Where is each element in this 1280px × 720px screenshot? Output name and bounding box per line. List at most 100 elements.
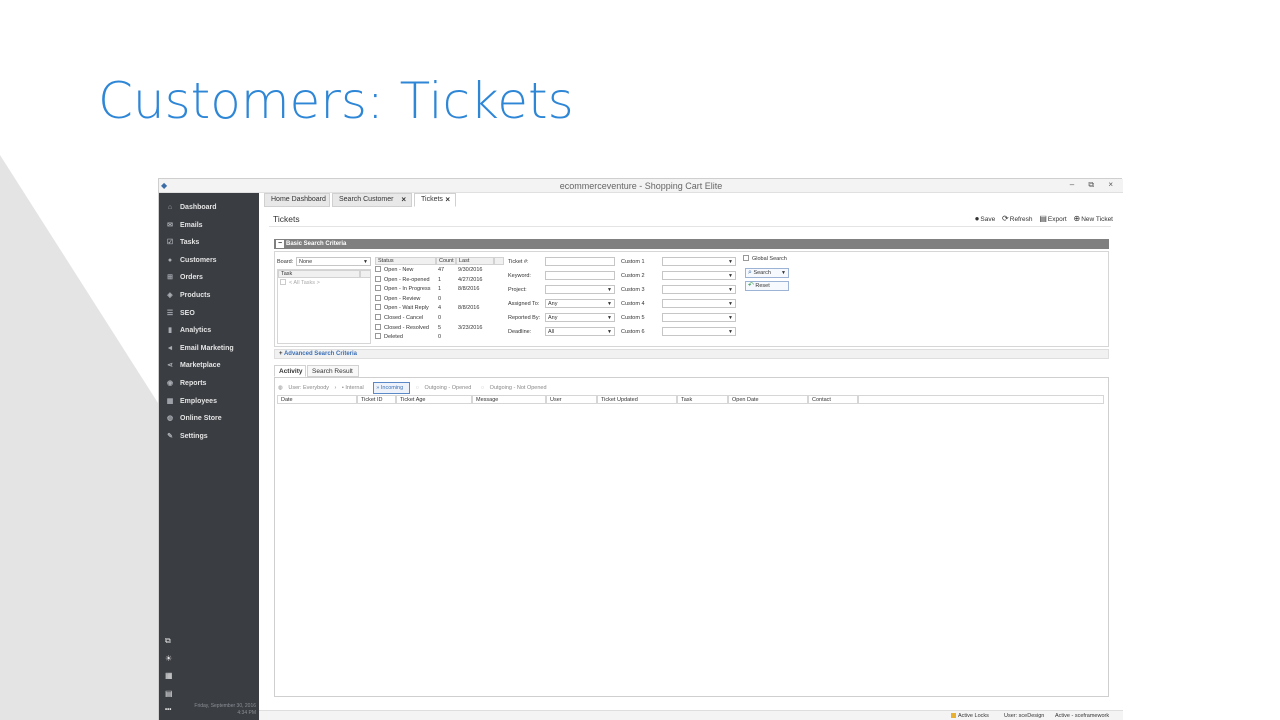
project-select[interactable]: ▼ [545,285,615,294]
collapse-icon[interactable]: − [276,240,284,248]
sidebar-item-dashboard[interactable]: ⌂ Dashboard [159,200,259,216]
plus-circle-icon: ⊕ [1073,214,1081,223]
checkbox[interactable] [375,266,381,272]
sidebar-item-emails[interactable]: ✉ Emails [159,218,259,234]
sidebar-item-online-store[interactable]: ◍ Online Store [159,411,259,427]
checkbox[interactable] [375,304,381,311]
sidebar-item-tasks[interactable]: ☑ Tasks [159,235,259,251]
custom-select-4[interactable]: ▼ [662,299,736,308]
column-header-ticket-age[interactable]: Ticket Age [396,395,472,404]
global-search-label: Global Search [752,256,787,262]
sidebar-item-email-marketing[interactable]: ◄ Email Marketing [159,341,259,357]
status-count: 0 [438,315,442,321]
sidebar-item-employees[interactable]: ▦ Employees [159,394,259,410]
filter-incoming[interactable]: » Incoming [373,382,411,394]
keyword-label: Keyword: [508,273,531,279]
reset-button[interactable]: ↶ Reset [745,281,789,291]
sidebar-item-label: Tasks [180,239,200,247]
checkbox[interactable] [375,294,381,301]
save-button[interactable]: ●Save [975,214,996,223]
column-header-contact[interactable]: Contact [808,395,858,404]
checkbox[interactable] [375,285,381,292]
sidebar-item-label: Emails [180,221,203,229]
column-header-message[interactable]: Message [472,395,546,404]
sidebar-item-customers[interactable]: ● Customers [159,253,259,269]
column-header-ticket-updated[interactable]: Ticket Updated [597,395,677,404]
app-window: ◆ ecommerceventure - Shopping Cart Elite… [158,178,1123,720]
global-search-option[interactable]: Global Search [743,255,787,264]
sidebar-item-analytics[interactable]: ▮ Analytics [159,323,259,339]
custom-label: Custom 4 [621,301,645,307]
chevron-down-icon: ▼ [728,301,733,307]
search-button[interactable]: ⌕ Search ▼ [745,268,789,278]
assigned-value: Any [548,301,558,307]
bulb-icon[interactable]: ☀ [165,654,174,663]
checkbox[interactable] [375,323,381,330]
checkbox[interactable] [375,314,381,320]
checkbox[interactable] [280,279,286,285]
advanced-search-header[interactable]: + Advanced Search Criteria [274,349,1109,359]
status-name: Open - New [384,267,414,273]
custom-select-1[interactable]: ▼ [662,257,736,266]
custom-select-2[interactable]: ▼ [662,271,736,280]
filter-user[interactable]: ◍ User: Everybody › [278,383,336,393]
filter-outgoing-not-opened[interactable]: ◌ Outgoing - Not Opened [481,383,551,393]
column-header-ticket-id[interactable]: Ticket ID [357,395,396,404]
window-controls[interactable]: – ⧉ × [1070,180,1119,190]
close-icon[interactable]: × [401,194,406,206]
calendar-icon[interactable]: ▤ [165,689,174,698]
column-header-filler [858,395,1104,404]
status-row[interactable]: Open - Wait Reply [375,304,429,313]
tab-tickets[interactable]: Tickets × [414,193,456,207]
sidebar-item-products[interactable]: ◈ Products [159,288,259,304]
refresh-button[interactable]: ⟳Refresh [1002,214,1032,223]
status-row[interactable]: Closed - Cancel [375,314,423,323]
task-all-item[interactable]: < All Tasks > [280,279,320,288]
keyword-input[interactable] [545,271,615,280]
custom-select-5[interactable]: ▼ [662,313,736,322]
column-header-user[interactable]: User [546,395,597,404]
status-row[interactable]: Open - New [375,266,413,275]
sidebar-item-marketplace[interactable]: ⋖ Marketplace [159,358,259,374]
sidebar-item-orders[interactable]: ⊞ Orders [159,270,259,286]
reported-value: Any [548,315,558,321]
checkbox[interactable] [375,275,381,282]
status-row[interactable]: Deleted [375,333,403,342]
sidebar-item-settings[interactable]: ✎ Settings [159,429,259,445]
tab-activity[interactable]: Activity [274,365,306,377]
close-icon[interactable]: × [445,194,450,206]
deadline-select[interactable]: All ▼ [545,327,615,336]
filter-outgoing-opened[interactable]: ◌ Outgoing - Opened [416,383,476,393]
sidebar-item-seo[interactable]: ☰ SEO [159,306,259,322]
sidebar-item-reports[interactable]: ◉ Reports [159,376,259,392]
filter-internal[interactable]: • Internal [342,383,368,393]
expand-icon[interactable]: + [279,351,283,357]
status-row[interactable]: Open - Review [375,294,420,304]
calculator-icon[interactable]: ▦ [165,671,174,680]
status-row[interactable]: Open - Re-opened [375,275,430,285]
reset-label: Reset [755,283,770,289]
column-header-task[interactable]: Task [677,395,728,404]
status-row[interactable]: Open - In Progress [375,285,430,294]
new-ticket-button[interactable]: ⊕New Ticket [1074,214,1114,223]
basic-search-header[interactable]: − Basic Search Criteria [274,239,1109,249]
reported-select[interactable]: Any ▼ [545,313,615,322]
board-select[interactable]: None ▼ [296,257,371,266]
status-row[interactable]: Closed - Resolved [375,323,429,333]
export-button[interactable]: ▤Export [1039,214,1066,223]
more-icon[interactable]: ••• [165,706,174,715]
tab-search-customer[interactable]: Search Customer × [332,193,412,207]
tab-home-dashboard[interactable]: Home Dashboard [264,193,330,207]
column-header-open-date[interactable]: Open Date [728,395,808,404]
custom-select-6[interactable]: ▼ [662,327,736,336]
assigned-select[interactable]: Any ▼ [545,299,615,308]
checkbox[interactable] [375,333,381,340]
column-header-date[interactable]: Date [277,395,357,404]
ticket-input[interactable] [545,257,615,266]
checkbox[interactable] [743,255,749,261]
window-icon[interactable]: ⧉ [165,636,174,645]
custom-select-3[interactable]: ▼ [662,285,736,294]
active-locks[interactable]: Active Locks [951,711,989,720]
user-icon: ◍ [278,385,283,391]
tab-search-result[interactable]: Search Result [307,365,359,377]
